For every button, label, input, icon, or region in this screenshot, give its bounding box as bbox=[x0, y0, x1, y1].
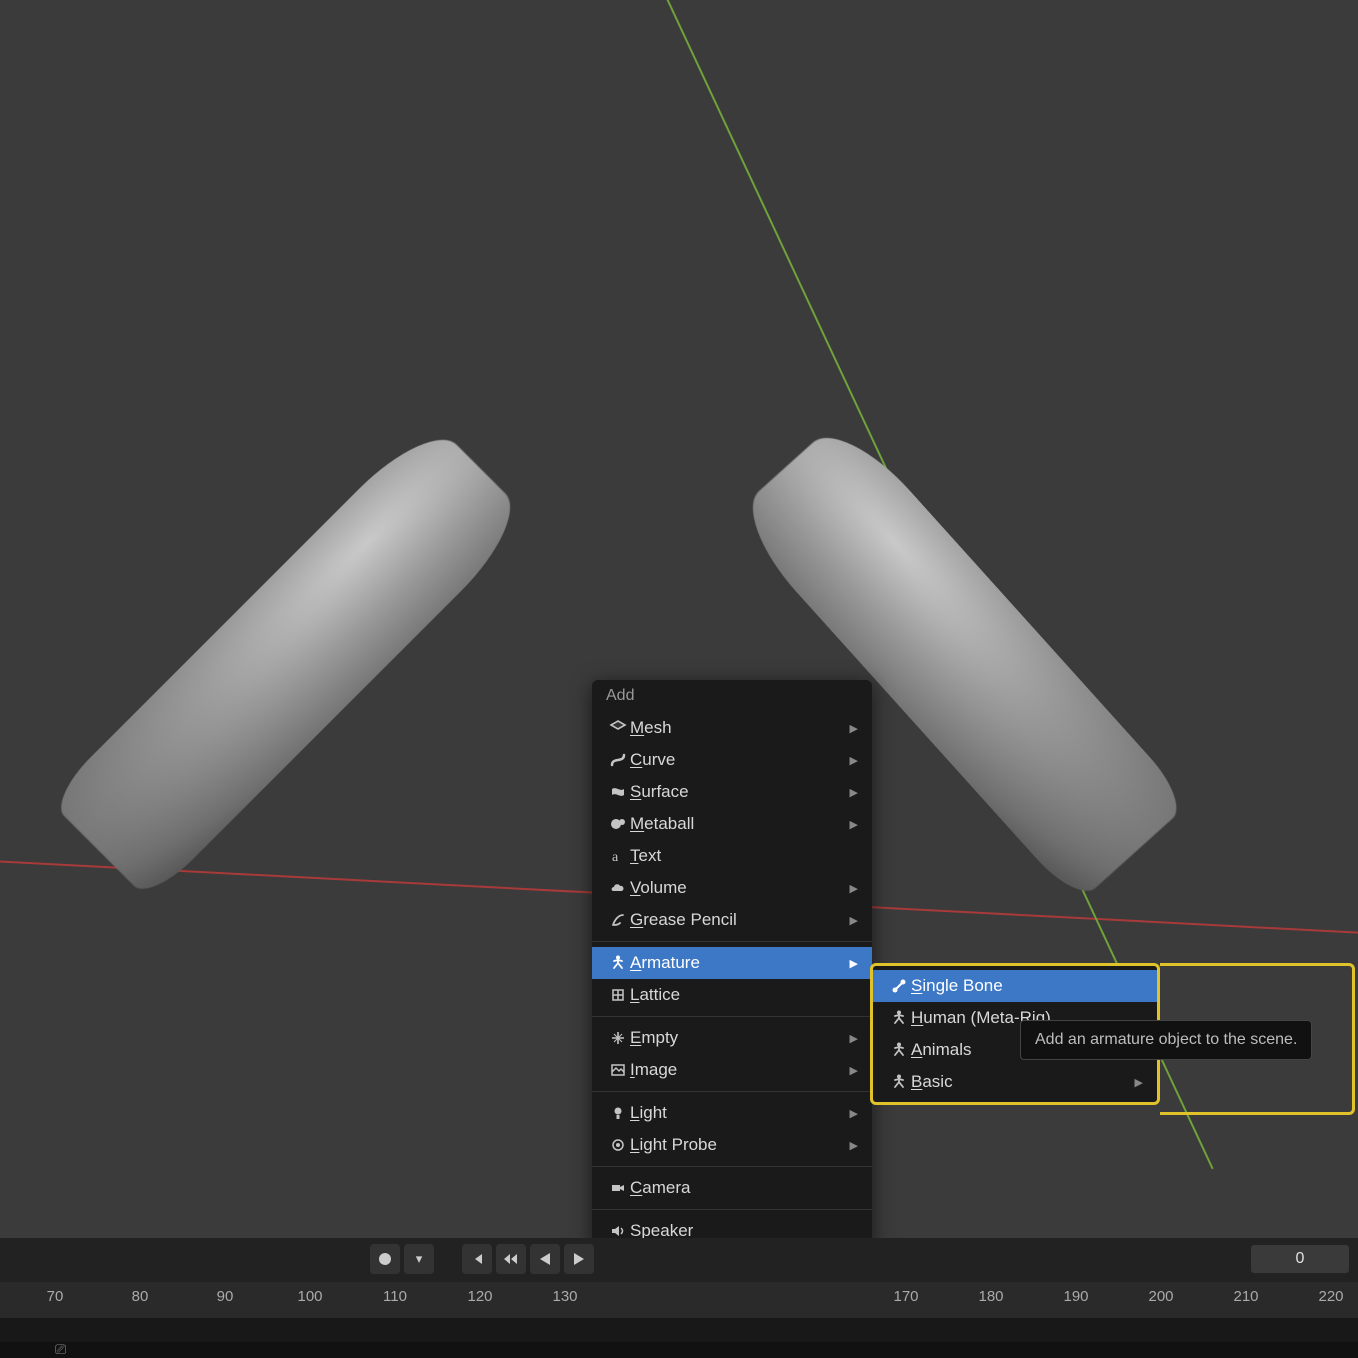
submenu-arrow-icon: ▶ bbox=[850, 786, 858, 799]
chevron-down-icon[interactable]: ▾ bbox=[404, 1244, 434, 1274]
menu-item-label: Basic bbox=[911, 1072, 1135, 1092]
armature-icon bbox=[887, 1041, 911, 1059]
ruler-tick: 180 bbox=[978, 1288, 1003, 1305]
ruler-tick: 100 bbox=[297, 1288, 322, 1305]
mouse-hint-icon: ⎚ bbox=[55, 1341, 66, 1358]
mesh-arm-left[interactable] bbox=[48, 418, 532, 902]
submenu-arrow-icon: ▶ bbox=[850, 1107, 858, 1120]
add-menu: Add Mesh▶Curve▶Surface▶Metaball▶aTextVol… bbox=[592, 680, 872, 1333]
menu-item-label: Volume bbox=[630, 878, 850, 898]
add-menu-item-light-probe[interactable]: Light Probe▶ bbox=[592, 1129, 872, 1161]
submenu-arrow-icon: ▶ bbox=[850, 754, 858, 767]
gpencil-icon bbox=[606, 911, 630, 929]
light-icon bbox=[606, 1104, 630, 1122]
add-menu-item-light[interactable]: Light▶ bbox=[592, 1097, 872, 1129]
ruler-tick: 80 bbox=[132, 1288, 149, 1305]
menu-item-label: Single Bone bbox=[911, 976, 1143, 996]
ruler-tick: 70 bbox=[47, 1288, 64, 1305]
ruler-tick: 120 bbox=[467, 1288, 492, 1305]
status-bar: ⎚ bbox=[0, 1342, 1358, 1358]
ruler-tick: 190 bbox=[1063, 1288, 1088, 1305]
play-icon[interactable] bbox=[564, 1244, 594, 1274]
timeline-track[interactable] bbox=[0, 1318, 1358, 1342]
lattice-icon bbox=[606, 986, 630, 1004]
submenu-arrow-icon: ▶ bbox=[850, 1139, 858, 1152]
submenu-arrow-icon: ▶ bbox=[1135, 1076, 1143, 1089]
curve-icon bbox=[606, 751, 630, 769]
bone-icon bbox=[887, 977, 911, 995]
camera-icon bbox=[606, 1179, 630, 1197]
add-menu-item-lattice[interactable]: Lattice bbox=[592, 979, 872, 1011]
menu-item-label: Text bbox=[630, 846, 858, 866]
menu-item-label: Grease Pencil bbox=[630, 910, 850, 930]
text-icon: a bbox=[606, 847, 630, 865]
armature-icon bbox=[887, 1009, 911, 1027]
add-menu-item-camera[interactable]: Camera bbox=[592, 1172, 872, 1204]
submenu-arrow-icon: ▶ bbox=[850, 1064, 858, 1077]
menu-item-label: Camera bbox=[630, 1178, 858, 1198]
svg-text:a: a bbox=[612, 850, 619, 865]
timeline-ruler[interactable]: 70 80 90 100 110 120 130 170 180 190 200 210 220 bbox=[0, 1282, 1358, 1318]
menu-item-label: Lattice bbox=[630, 985, 858, 1005]
add-menu-item-empty[interactable]: Empty▶ bbox=[592, 1022, 872, 1054]
surface-icon bbox=[606, 783, 630, 801]
submenu-arrow-icon: ▶ bbox=[850, 957, 858, 970]
transport-controls: ▾ bbox=[370, 1244, 594, 1274]
lightprobe-icon bbox=[606, 1136, 630, 1154]
ruler-tick: 130 bbox=[552, 1288, 577, 1305]
ruler-tick: 200 bbox=[1148, 1288, 1173, 1305]
add-menu-item-curve[interactable]: Curve▶ bbox=[592, 744, 872, 776]
image-icon bbox=[606, 1061, 630, 1079]
armature-submenu-item-single-bone[interactable]: Single Bone bbox=[873, 970, 1157, 1002]
armature-submenu-item-basic[interactable]: Basic▶ bbox=[873, 1066, 1157, 1098]
add-menu-item-grease-pencil[interactable]: Grease Pencil▶ bbox=[592, 904, 872, 936]
menu-item-label: Metaball bbox=[630, 814, 850, 834]
ruler-tick: 170 bbox=[893, 1288, 918, 1305]
add-menu-item-mesh[interactable]: Mesh▶ bbox=[592, 712, 872, 744]
armature-icon bbox=[606, 954, 630, 972]
submenu-arrow-icon: ▶ bbox=[850, 818, 858, 831]
metaball-icon bbox=[606, 815, 630, 833]
menu-separator bbox=[592, 1016, 872, 1017]
auto-keying-toggle[interactable] bbox=[370, 1244, 400, 1274]
submenu-arrow-icon: ▶ bbox=[850, 914, 858, 927]
add-menu-item-surface[interactable]: Surface▶ bbox=[592, 776, 872, 808]
menu-item-label: Armature bbox=[630, 953, 850, 973]
ruler-tick: 220 bbox=[1318, 1288, 1343, 1305]
add-menu-item-volume[interactable]: Volume▶ bbox=[592, 872, 872, 904]
armature-icon bbox=[887, 1073, 911, 1091]
menu-separator bbox=[592, 941, 872, 942]
menu-item-label: Surface bbox=[630, 782, 850, 802]
menu-separator bbox=[592, 1091, 872, 1092]
submenu-arrow-icon: ▶ bbox=[850, 722, 858, 735]
ruler-tick: 110 bbox=[383, 1288, 407, 1305]
add-menu-item-image[interactable]: Image▶ bbox=[592, 1054, 872, 1086]
add-menu-item-metaball[interactable]: Metaball▶ bbox=[592, 808, 872, 840]
ruler-tick: 90 bbox=[217, 1288, 234, 1305]
menu-item-label: Curve bbox=[630, 750, 850, 770]
add-menu-item-text[interactable]: a Text bbox=[592, 840, 872, 872]
submenu-arrow-icon: ▶ bbox=[850, 882, 858, 895]
menu-item-label: Light Probe bbox=[630, 1135, 850, 1155]
tooltip: Add an armature object to the scene. bbox=[1020, 1020, 1312, 1060]
current-frame-field[interactable]: 0 bbox=[1250, 1244, 1350, 1274]
add-menu-title: Add bbox=[592, 680, 872, 712]
menu-item-label: Empty bbox=[630, 1028, 850, 1048]
add-menu-item-armature[interactable]: Armature▶ bbox=[592, 947, 872, 979]
menu-item-label: Image bbox=[630, 1060, 850, 1080]
empty-icon bbox=[606, 1029, 630, 1047]
menu-item-label: Mesh bbox=[630, 718, 850, 738]
ruler-tick: 210 bbox=[1233, 1288, 1258, 1305]
menu-separator bbox=[592, 1209, 872, 1210]
menu-separator bbox=[592, 1166, 872, 1167]
jump-start-icon[interactable] bbox=[462, 1244, 492, 1274]
volume-icon bbox=[606, 879, 630, 897]
menu-item-label: Light bbox=[630, 1103, 850, 1123]
prev-keyframe-icon[interactable] bbox=[496, 1244, 526, 1274]
play-reverse-icon[interactable] bbox=[530, 1244, 560, 1274]
mesh-icon bbox=[606, 719, 630, 737]
submenu-arrow-icon: ▶ bbox=[850, 1032, 858, 1045]
